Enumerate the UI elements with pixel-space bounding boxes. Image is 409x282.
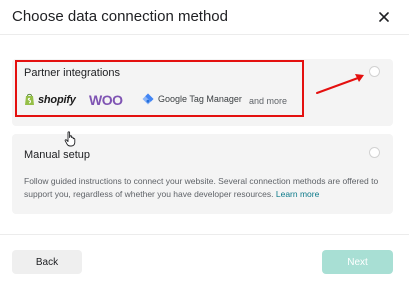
footer-divider xyxy=(0,234,409,235)
manual-setup-heading: Manual setup xyxy=(24,149,91,161)
header-divider xyxy=(0,34,409,35)
shopify-logo-text: shopify xyxy=(38,93,76,106)
gtm-logo-text: Google Tag Manager xyxy=(158,94,242,104)
woo-logo-text: WOO xyxy=(89,92,123,108)
gtm-diamond-icon xyxy=(142,93,154,105)
close-button[interactable] xyxy=(376,9,392,25)
close-icon xyxy=(379,12,389,22)
shopify-bag-icon xyxy=(25,93,34,105)
woo-logo: WOO xyxy=(89,92,123,108)
partner-integrations-heading: Partner integrations xyxy=(24,67,120,79)
and-more-text: and more xyxy=(249,96,288,106)
manual-setup-option[interactable] xyxy=(12,134,393,214)
partner-integrations-radio[interactable] xyxy=(369,66,380,77)
next-button[interactable]: Next xyxy=(322,250,393,274)
manual-setup-radio[interactable] xyxy=(369,147,380,158)
manual-setup-description-text: Follow guided instructions to connect yo… xyxy=(24,176,379,199)
learn-more-link[interactable]: Learn more xyxy=(276,189,319,199)
dialog-title: Choose data connection method xyxy=(12,8,228,25)
google-tag-manager-logo: Google Tag Manager xyxy=(142,93,242,105)
back-button[interactable]: Back xyxy=(12,250,82,274)
shopify-logo: shopify xyxy=(24,93,76,106)
manual-setup-description: Follow guided instructions to connect yo… xyxy=(24,175,384,201)
